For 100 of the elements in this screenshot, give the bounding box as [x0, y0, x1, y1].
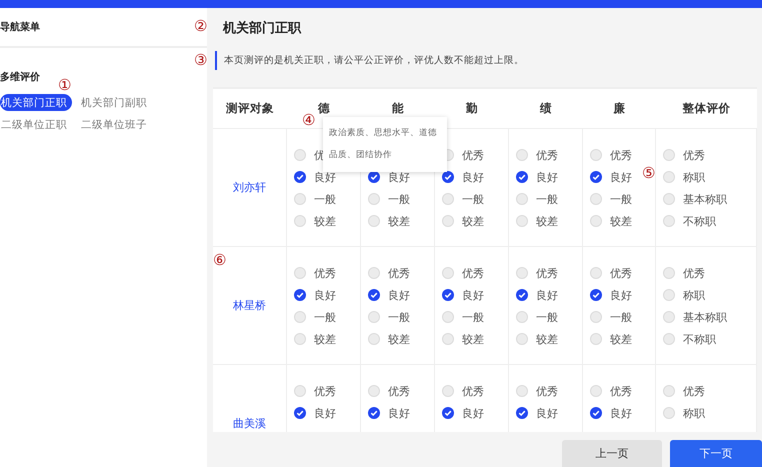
option-label: 称职	[683, 170, 705, 184]
radio-icon[interactable]	[590, 193, 602, 205]
annotation-number: ④	[302, 113, 316, 128]
radio-checked-icon[interactable]	[368, 289, 380, 301]
radio-checked-icon[interactable]	[516, 289, 528, 301]
option-label: 良好	[314, 170, 336, 184]
person-name: 曲美溪	[233, 416, 266, 431]
next-page-button[interactable]: 下一页	[670, 440, 762, 467]
option-label: 较差	[536, 332, 558, 346]
radio-checked-icon[interactable]	[442, 171, 454, 183]
option-label: 较差	[314, 214, 336, 228]
radio-checked-icon[interactable]	[368, 171, 380, 183]
option-label: 良好	[610, 288, 632, 302]
annotation-number: ⑥	[213, 253, 226, 268]
radio-icon[interactable]	[590, 215, 602, 227]
column-header: 测评对象	[213, 89, 287, 129]
radio-icon[interactable]	[663, 215, 675, 227]
radio-icon[interactable]	[663, 289, 675, 301]
radio-icon[interactable]	[294, 333, 306, 345]
radio-icon[interactable]	[516, 267, 528, 279]
option-label: 良好	[388, 288, 410, 302]
radio-icon[interactable]	[368, 385, 380, 397]
option-label: 较差	[462, 214, 484, 228]
option-label: 一般	[462, 310, 484, 324]
nav-item[interactable]: 机关部门正职	[0, 94, 72, 111]
radio-icon[interactable]	[442, 193, 454, 205]
option-label: 良好	[536, 406, 558, 420]
nav-item[interactable]: 二级单位正职	[0, 116, 68, 133]
option-label: 优秀	[462, 148, 484, 162]
column-header: 整体评价	[656, 89, 757, 129]
radio-icon[interactable]	[663, 333, 675, 345]
annotation-number: ③	[194, 53, 208, 68]
radio-icon[interactable]	[663, 171, 675, 183]
radio-icon[interactable]	[590, 267, 602, 279]
radio-checked-icon[interactable]	[294, 407, 306, 419]
radio-icon[interactable]	[294, 311, 306, 323]
radio-icon[interactable]	[516, 193, 528, 205]
radio-icon[interactable]	[516, 385, 528, 397]
radio-checked-icon[interactable]	[590, 171, 602, 183]
radio-icon[interactable]	[516, 311, 528, 323]
nav-item[interactable]: 二级单位班子	[80, 116, 148, 133]
radio-checked-icon[interactable]	[516, 407, 528, 419]
radio-icon[interactable]	[663, 407, 675, 419]
option-label: 称职	[683, 406, 705, 420]
radio-checked-icon[interactable]	[294, 171, 306, 183]
radio-checked-icon[interactable]	[442, 289, 454, 301]
option-label: 优秀	[462, 384, 484, 398]
radio-icon[interactable]	[590, 333, 602, 345]
radio-icon[interactable]	[663, 311, 675, 323]
radio-checked-icon[interactable]	[294, 289, 306, 301]
radio-icon[interactable]	[294, 149, 306, 161]
person-name: 刘亦轩	[233, 180, 266, 195]
option-label: 基本称职	[683, 310, 727, 324]
radio-icon[interactable]	[663, 267, 675, 279]
radio-icon[interactable]	[663, 193, 675, 205]
option-label: 较差	[610, 332, 632, 346]
radio-icon[interactable]	[516, 333, 528, 345]
radio-icon[interactable]	[294, 193, 306, 205]
radio-icon[interactable]	[442, 267, 454, 279]
radio-icon[interactable]	[663, 149, 675, 161]
radio-icon[interactable]	[368, 267, 380, 279]
option-label: 基本称职	[683, 192, 727, 206]
radio-icon[interactable]	[516, 149, 528, 161]
radio-icon[interactable]	[516, 215, 528, 227]
radio-icon[interactable]	[294, 215, 306, 227]
radio-icon[interactable]	[590, 385, 602, 397]
option-label: 良好	[388, 170, 410, 184]
radio-icon[interactable]	[590, 311, 602, 323]
radio-checked-icon[interactable]	[442, 407, 454, 419]
radio-checked-icon[interactable]	[516, 171, 528, 183]
radio-icon[interactable]	[442, 385, 454, 397]
option-label: 良好	[462, 288, 484, 302]
option-label: 优秀	[536, 384, 558, 398]
option-label: 较差	[462, 332, 484, 346]
radio-icon[interactable]	[442, 333, 454, 345]
radio-icon[interactable]	[442, 215, 454, 227]
option-label: 良好	[610, 406, 632, 420]
option-label: 一般	[388, 310, 410, 324]
radio-icon[interactable]	[663, 385, 675, 397]
radio-icon[interactable]	[368, 333, 380, 345]
person-name: 林星桥	[233, 298, 266, 313]
option-label: 良好	[314, 288, 336, 302]
radio-icon[interactable]	[442, 311, 454, 323]
option-label: 优秀	[610, 384, 632, 398]
radio-checked-icon[interactable]	[368, 407, 380, 419]
radio-icon[interactable]	[368, 311, 380, 323]
option-label: 优秀	[388, 266, 410, 280]
option-label: 不称职	[683, 332, 716, 346]
nav-item[interactable]: 机关部门副职	[80, 94, 148, 111]
previous-page-button[interactable]: 上一页	[562, 440, 662, 467]
radio-icon[interactable]	[294, 267, 306, 279]
radio-checked-icon[interactable]	[590, 289, 602, 301]
option-label: 良好	[314, 406, 336, 420]
radio-icon[interactable]	[590, 149, 602, 161]
radio-checked-icon[interactable]	[590, 407, 602, 419]
radio-icon[interactable]	[368, 215, 380, 227]
option-label: 一般	[536, 310, 558, 324]
column-header: 绩	[509, 89, 583, 129]
radio-icon[interactable]	[368, 193, 380, 205]
radio-icon[interactable]	[294, 385, 306, 397]
